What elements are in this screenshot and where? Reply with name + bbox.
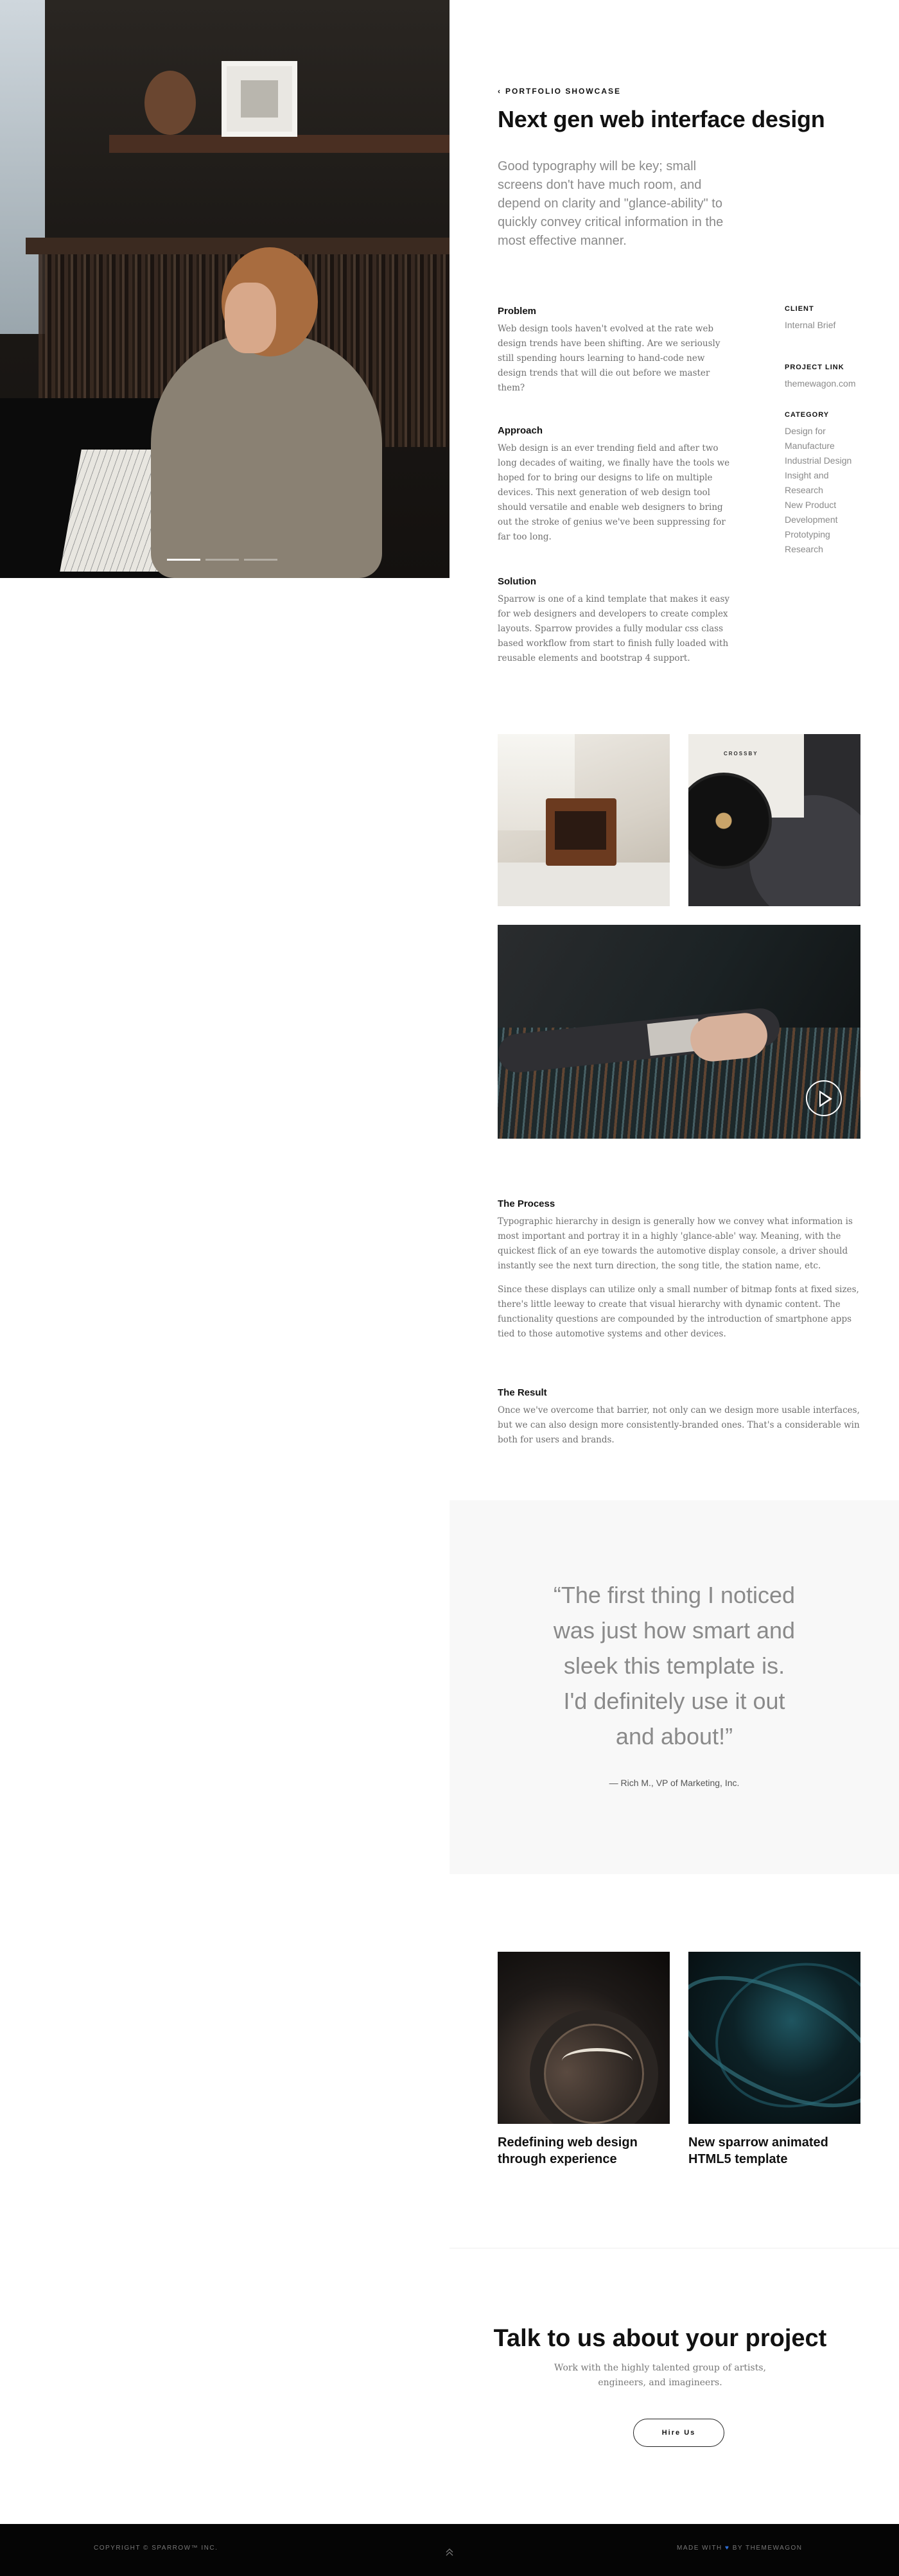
related-post-title: New sparrow animated HTML5 template <box>688 2135 828 2166</box>
record-crate-video[interactable] <box>498 925 860 1139</box>
back-link-label: Portfolio Showcase <box>505 87 621 96</box>
category-item: New Product <box>785 500 837 510</box>
process-paragraph-1: Typographic hierarchy in design is gener… <box>498 1216 853 1271</box>
client-label: Client <box>785 305 814 313</box>
category-item: Prototyping <box>785 529 830 539</box>
category-item: Research <box>785 544 823 554</box>
testimonial-author: — Rich M., VP of Marketing, Inc. <box>609 1778 740 1788</box>
category-item: Industrial Design <box>785 455 852 466</box>
related-post-image <box>688 1952 860 2124</box>
problem-heading: Problem <box>498 306 537 317</box>
approach-section: Approach Web design is an ever trending … <box>498 425 732 545</box>
hire-us-button[interactable]: Hire Us <box>633 2419 724 2447</box>
footer: Copyright © Sparrow™ Inc. Made with ♥ by… <box>0 2524 899 2576</box>
headphones-gleam <box>562 2048 633 2074</box>
slider-dot-2[interactable] <box>205 559 239 561</box>
category-item: Research <box>785 485 823 495</box>
hero-slider-dots <box>167 559 277 561</box>
result-section: The Result Once we've overcome that barr… <box>498 1387 860 1457</box>
result-heading: The Result <box>498 1387 547 1398</box>
record-sleeve-text: CROSSBY <box>724 751 758 757</box>
problem-section: Problem Web design tools haven't evolved… <box>498 306 732 396</box>
related-post-card[interactable]: Redefining web design through experience <box>498 1952 670 2168</box>
category-label: Category <box>785 411 830 419</box>
record-player-photo <box>498 734 670 906</box>
made-with-text: Made with ♥ by ThemeWagon <box>677 2545 803 2552</box>
project-link[interactable]: themewagon.com <box>785 378 856 389</box>
cta-subtitle: Work with the highly talented group of a… <box>554 2363 766 2388</box>
project-link-label: Project Link <box>785 364 844 371</box>
process-paragraph-2: Since these displays can utilize only a … <box>498 1284 859 1339</box>
approach-heading: Approach <box>498 425 543 436</box>
hero-picture-frame <box>222 61 297 137</box>
photo-table <box>498 863 670 906</box>
category-item: Manufacture <box>785 441 835 451</box>
solution-heading: Solution <box>498 576 536 587</box>
process-heading: The Process <box>498 1198 555 1209</box>
hero-person-face <box>225 283 276 353</box>
copyright-text: Copyright © Sparrow™ Inc. <box>94 2545 218 2552</box>
project-link-meta: Project Link themewagon.com <box>785 364 868 391</box>
heart-icon: ♥ <box>725 2545 730 2552</box>
scroll-top-icon[interactable] <box>443 2546 456 2559</box>
solution-section: Solution Sparrow is one of a kind templa… <box>498 576 732 666</box>
made-with-by: by <box>732 2545 743 2552</box>
related-post-card[interactable]: New sparrow animated HTML5 template <box>688 1952 860 2168</box>
related-post-image <box>498 1952 670 2124</box>
portfolio-showcase-back-link[interactable]: ‹ Portfolio Showcase <box>498 87 621 96</box>
themewagon-link[interactable]: ThemeWagon <box>746 2545 803 2552</box>
problem-text: Web design tools haven't evolved at the … <box>498 324 720 393</box>
hero-person <box>151 334 382 578</box>
cta-title: Talk to us about your project <box>493 2325 827 2352</box>
chevron-left-icon: ‹ <box>498 87 502 96</box>
made-with-prefix: Made with <box>677 2545 722 2552</box>
client-meta: Client Internal Brief <box>785 305 868 333</box>
testimonial-block: “The first thing I noticed was just how … <box>450 1500 899 1874</box>
hero-shelf-mid <box>26 238 450 254</box>
play-video-button[interactable] <box>806 1080 842 1116</box>
photo-record-player <box>546 798 616 866</box>
category-item: Insight and <box>785 470 829 480</box>
slider-dot-1[interactable] <box>167 559 200 561</box>
category-meta: Category Design for Manufacture Industri… <box>785 411 868 557</box>
solution-text: Sparrow is one of a kind template that m… <box>498 594 730 663</box>
hero-image-woman-playing-piano <box>0 0 450 578</box>
vinyl-record-photo: CROSSBY <box>688 734 860 906</box>
approach-text: Web design is an ever trending field and… <box>498 443 730 542</box>
slider-dot-3[interactable] <box>244 559 277 561</box>
play-icon <box>819 1091 832 1107</box>
client-value: Internal Brief <box>785 320 836 330</box>
result-text: Once we've overcome that barrier, not on… <box>498 1405 860 1445</box>
hero-guitar <box>144 71 196 135</box>
related-post-title: Redefining web design through experience <box>498 2135 638 2166</box>
page-title: Next gen web interface design <box>498 106 825 132</box>
process-section: The Process Typographic hierarchy in des… <box>498 1198 860 1351</box>
category-item: Design for <box>785 426 826 436</box>
category-item: Development <box>785 514 838 525</box>
lead-paragraph: Good typography will be key; small scree… <box>498 159 724 248</box>
hero-shelf-top <box>109 135 450 153</box>
testimonial-quote: “The first thing I noticed was just how … <box>553 1582 796 1749</box>
